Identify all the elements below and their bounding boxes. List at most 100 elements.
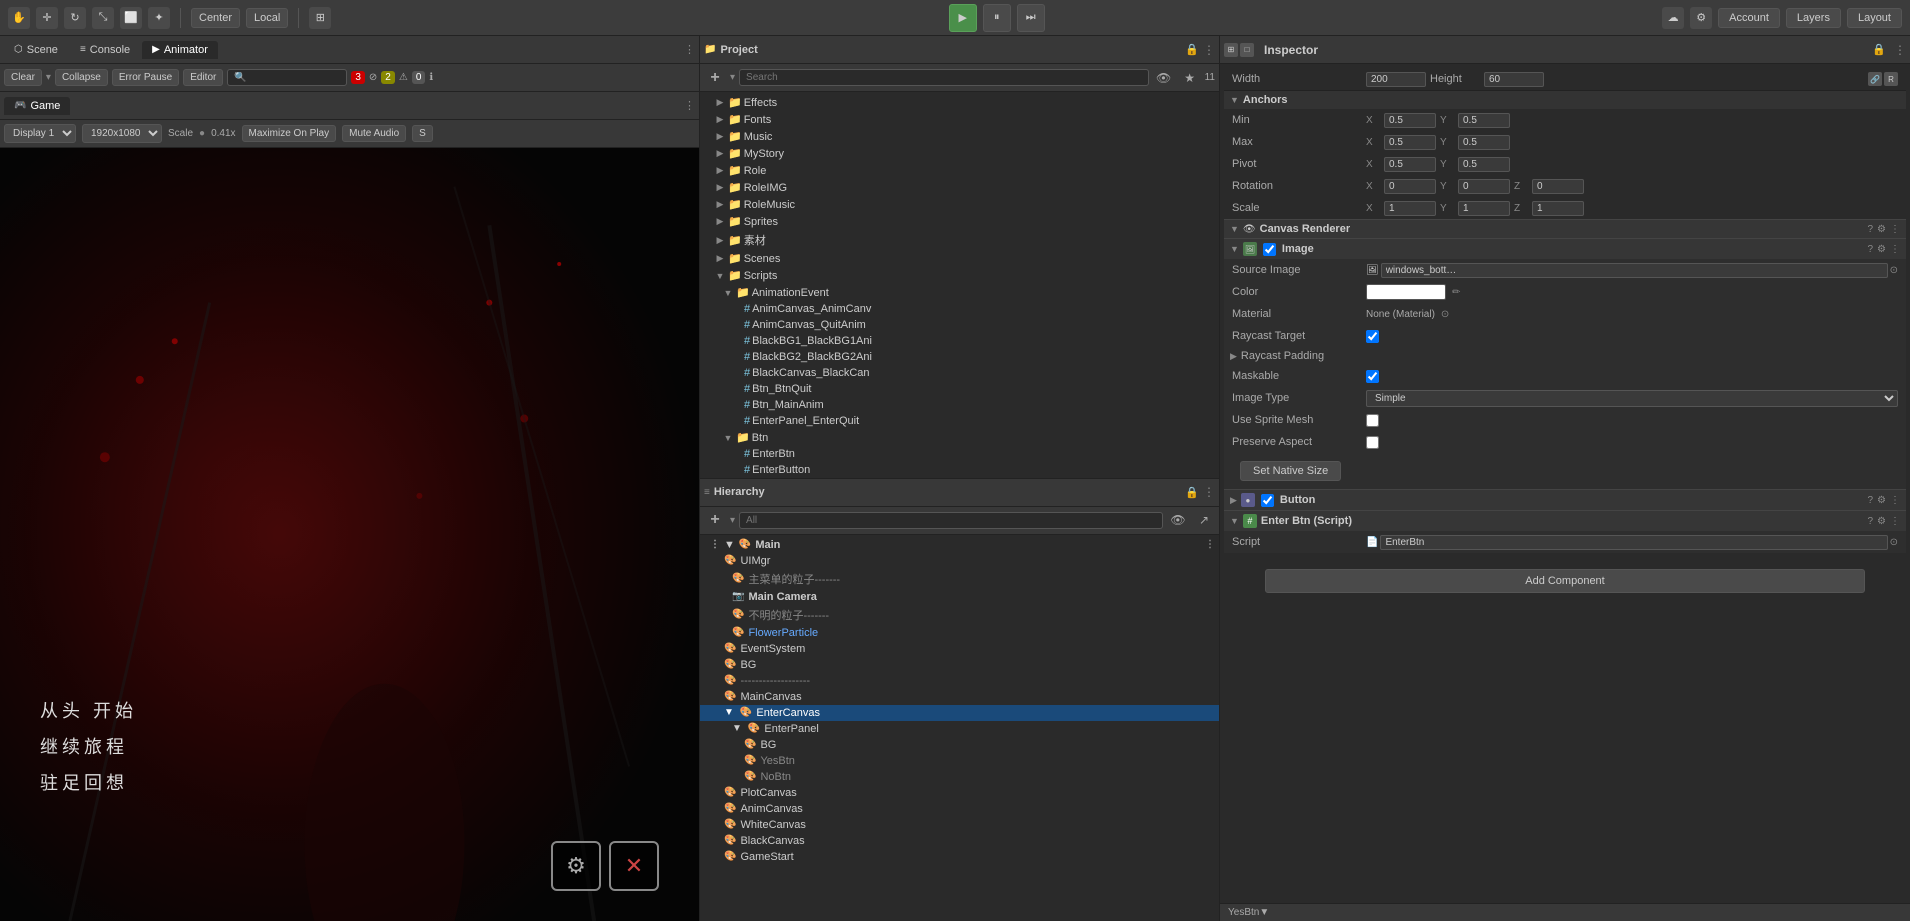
- script-help-icon[interactable]: ?: [1867, 516, 1873, 527]
- project-lock-icon[interactable]: 🔒: [1185, 43, 1199, 56]
- rotate-tool[interactable]: ↻: [64, 7, 86, 29]
- script-select-icon[interactable]: ⊙: [1890, 537, 1898, 548]
- script-enterpanel-enterquit[interactable]: # EnterPanel_EnterQuit: [700, 413, 1219, 429]
- tab-scene[interactable]: ⬡ Scene: [4, 41, 68, 59]
- h-item-plotcanvas[interactable]: 🎨 PlotCanvas: [700, 785, 1219, 801]
- raycast-padding-section[interactable]: ▶ Raycast Padding: [1224, 347, 1906, 365]
- folder-sprites[interactable]: ▶ 📁 Sprites: [700, 213, 1219, 230]
- resolution-select[interactable]: 1920x1080: [82, 124, 162, 143]
- inspector-more-icon[interactable]: ⋮: [1894, 43, 1906, 57]
- width-input[interactable]: [1366, 72, 1426, 87]
- script-blackbg2[interactable]: # BlackBG2_BlackBG2Ani: [700, 349, 1219, 365]
- script-value-input[interactable]: [1380, 535, 1887, 550]
- image-comp-checkbox[interactable]: [1263, 243, 1276, 256]
- folder-mystory[interactable]: ▶ 📁 MyStory: [700, 145, 1219, 162]
- layout-button[interactable]: Layout: [1847, 8, 1902, 28]
- button-help-icon[interactable]: ?: [1867, 495, 1873, 506]
- canvas-renderer-more-icon[interactable]: ⋮: [1890, 224, 1900, 235]
- hand-tool[interactable]: ✋: [8, 7, 30, 29]
- button-gear-icon[interactable]: ⚙: [1877, 495, 1886, 506]
- hierarchy-search-input[interactable]: [739, 512, 1163, 529]
- display-select[interactable]: Display 1: [4, 124, 76, 143]
- h-item-buming[interactable]: 🎨 不明的粒子-------: [700, 605, 1219, 625]
- reset-icon[interactable]: R: [1884, 72, 1898, 86]
- folder-music[interactable]: ▶ 📁 Music: [700, 128, 1219, 145]
- folder-animationevent[interactable]: ▼ 📁 AnimationEvent: [700, 284, 1219, 301]
- hierarchy-more-icon[interactable]: ⋮: [1203, 485, 1215, 499]
- bottom-label[interactable]: YesBtn▼: [1228, 907, 1269, 918]
- folder-fonts[interactable]: ▶ 📁 Fonts: [700, 111, 1219, 128]
- settings-icon[interactable]: ⚙: [1690, 7, 1712, 29]
- preserve-aspect-checkbox[interactable]: [1366, 436, 1379, 449]
- image-more-icon[interactable]: ⋮: [1890, 244, 1900, 255]
- folder-scripts[interactable]: ▼ 📁 Scripts: [700, 267, 1219, 284]
- settings-game-btn[interactable]: ⚙: [551, 841, 601, 891]
- hierarchy-icon-btn-1[interactable]: 👁: [1167, 509, 1189, 531]
- pivot-x-input[interactable]: [1384, 157, 1436, 172]
- script-blackcanvas[interactable]: # BlackCanvas_BlackCan: [700, 365, 1219, 381]
- folder-sucai[interactable]: ▶ 📁 素材: [700, 230, 1219, 250]
- h-item-entercanvas[interactable]: ▼ 🎨 EnterCanvas: [700, 705, 1219, 721]
- folder-rolemusic[interactable]: ▶ 📁 RoleMusic: [700, 196, 1219, 213]
- collapse-button[interactable]: Collapse: [55, 69, 108, 86]
- h-item-uimgr[interactable]: 🎨 UIMgr: [700, 553, 1219, 569]
- h-item-eventsystem[interactable]: 🎨 EventSystem: [700, 641, 1219, 657]
- transform-tool[interactable]: ✦: [148, 7, 170, 29]
- source-image-select-icon[interactable]: ⊙: [1890, 265, 1898, 276]
- folder-scenes[interactable]: ▶ 📁 Scenes: [700, 250, 1219, 267]
- h-item-flowerparticle[interactable]: 🎨 FlowerParticle: [700, 625, 1219, 641]
- tab-animator[interactable]: ▶ Animator: [142, 41, 218, 59]
- h-item-animcanvas[interactable]: 🎨 AnimCanvas: [700, 801, 1219, 817]
- raycast-target-checkbox[interactable]: [1366, 330, 1379, 343]
- close-game-btn[interactable]: ✕: [609, 841, 659, 891]
- hierarchy-icon-btn-2[interactable]: ↗: [1193, 509, 1215, 531]
- project-icon-btn-1[interactable]: 👁: [1153, 67, 1175, 89]
- button-comp-checkbox[interactable]: [1261, 494, 1274, 507]
- scale-tool[interactable]: ⤡: [92, 7, 114, 29]
- material-select-icon[interactable]: ⊙: [1441, 309, 1449, 320]
- folder-role[interactable]: ▶ 📁 Role: [700, 162, 1219, 179]
- canvas-renderer-help-icon[interactable]: ?: [1867, 224, 1873, 235]
- rect-tool[interactable]: ⬜: [120, 7, 142, 29]
- anchor-max-x-input[interactable]: [1384, 135, 1436, 150]
- h-item-whitecanvas[interactable]: 🎨 WhiteCanvas: [700, 817, 1219, 833]
- h-item-maincanvas[interactable]: 🎨 MainCanvas: [700, 689, 1219, 705]
- editor-button[interactable]: Editor: [183, 69, 223, 86]
- s-btn[interactable]: S: [412, 125, 433, 142]
- source-image-input[interactable]: [1381, 263, 1888, 278]
- hierarchy-add-btn[interactable]: +: [704, 509, 726, 531]
- play-button[interactable]: ▶: [949, 4, 977, 32]
- anchor-min-y-input[interactable]: [1458, 113, 1510, 128]
- clear-button[interactable]: Clear: [4, 69, 42, 86]
- h-item-enterpanel-bg[interactable]: 🎨 BG: [700, 737, 1219, 753]
- pivot-y-input[interactable]: [1458, 157, 1510, 172]
- color-picker[interactable]: [1366, 284, 1446, 300]
- grid-icon[interactable]: ⊞: [309, 7, 331, 29]
- folder-btn[interactable]: ▼ 📁 Btn: [700, 429, 1219, 446]
- game-tab-more[interactable]: ⋮: [684, 99, 695, 112]
- pause-button[interactable]: ⏸: [983, 4, 1011, 32]
- height-input[interactable]: [1484, 72, 1544, 87]
- tab-game[interactable]: 🎮 Game: [4, 97, 70, 115]
- image-help-icon[interactable]: ?: [1867, 244, 1873, 255]
- h-item-enterpanel[interactable]: ▼ 🎨 EnterPanel: [700, 721, 1219, 737]
- color-eyedropper-icon[interactable]: ✏: [1452, 287, 1460, 298]
- script-gear-icon[interactable]: ⚙: [1877, 516, 1886, 527]
- h-item-nobtn[interactable]: 🎨 NoBtn: [700, 769, 1219, 785]
- set-native-size-btn[interactable]: Set Native Size: [1240, 461, 1341, 481]
- inspector-lock-icon[interactable]: 🔒: [1872, 43, 1886, 56]
- project-search-input[interactable]: [739, 69, 1149, 86]
- h-item-main[interactable]: ⋮ ▼ 🎨 Main ⋮: [700, 537, 1219, 553]
- script-btn-btnquit[interactable]: # Btn_BtnQuit: [700, 381, 1219, 397]
- h-item-zhucaidan[interactable]: 🎨 主菜单的粒子-------: [700, 569, 1219, 589]
- console-search-input[interactable]: [227, 69, 347, 86]
- image-gear-icon[interactable]: ⚙: [1877, 244, 1886, 255]
- canvas-renderer-gear-icon[interactable]: ⚙: [1877, 224, 1886, 235]
- collab-icon[interactable]: ☁: [1662, 7, 1684, 29]
- layers-button[interactable]: Layers: [1786, 8, 1841, 28]
- anchor-max-y-input[interactable]: [1458, 135, 1510, 150]
- rect-icon[interactable]: □: [1240, 43, 1254, 57]
- project-icon-btn-2[interactable]: ★: [1179, 67, 1201, 89]
- button-more-icon[interactable]: ⋮: [1890, 495, 1900, 506]
- rotation-x-input[interactable]: [1384, 179, 1436, 194]
